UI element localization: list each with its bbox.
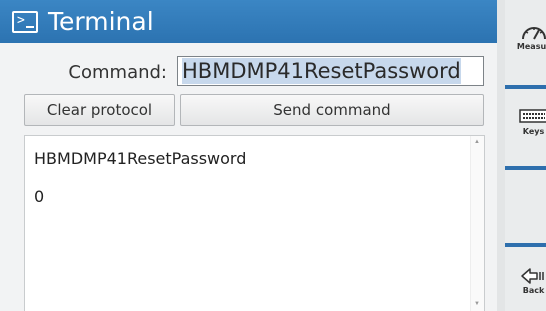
side-separator (505, 85, 546, 89)
terminal-panel: > Terminal Command: HBMDMP41ResetPasswor… (0, 0, 497, 311)
command-row: Command: HBMDMP41ResetPassword (0, 54, 497, 90)
title-bar: > Terminal (0, 0, 497, 43)
terminal-icon: > (12, 10, 38, 33)
side-item-back[interactable]: Back (513, 266, 546, 295)
window-title: Terminal (48, 7, 154, 36)
side-panel: Measur Keys Back (497, 0, 546, 311)
gauge-icon (521, 27, 546, 40)
protocol-output[interactable]: HBMDMP41ResetPassword 0 ▲ ▼ (24, 135, 485, 311)
scroll-up-icon[interactable]: ▲ (474, 139, 480, 145)
command-input-value: HBMDMP41ResetPassword (182, 58, 461, 84)
scroll-down-icon[interactable]: ▼ (474, 301, 480, 307)
command-label: Command: (68, 62, 167, 83)
command-input[interactable]: HBMDMP41ResetPassword (177, 56, 484, 86)
side-separator (505, 243, 546, 247)
side-separator (505, 166, 546, 170)
side-item-label: Measur (516, 42, 546, 51)
protocol-scrollbar[interactable]: ▲ ▼ (470, 136, 484, 311)
side-item-label: Back (522, 286, 545, 295)
protocol-line: 0 (34, 187, 45, 206)
send-command-button[interactable]: Send command (180, 94, 484, 126)
side-item-keys[interactable]: Keys (513, 109, 546, 136)
back-arrow-icon (520, 268, 544, 284)
side-item-label: Keys (522, 127, 545, 136)
protocol-line: HBMDMP41ResetPassword (34, 149, 247, 168)
clear-protocol-button[interactable]: Clear protocol (24, 94, 175, 126)
side-item-measure[interactable]: Measur (513, 22, 546, 51)
keyboard-icon (518, 109, 546, 123)
